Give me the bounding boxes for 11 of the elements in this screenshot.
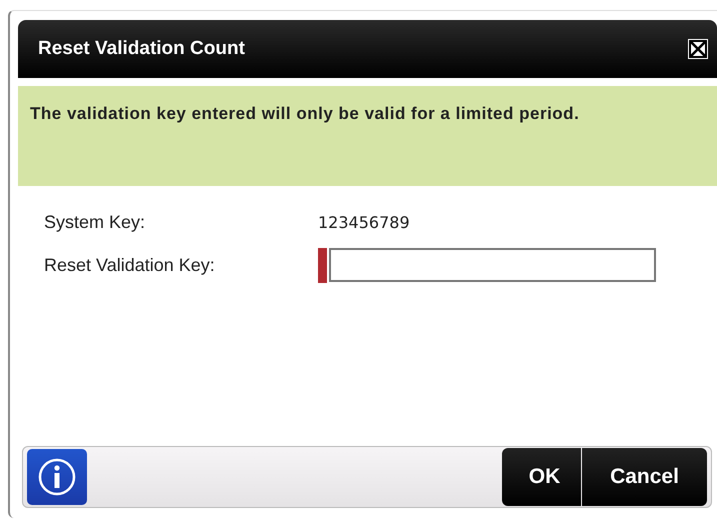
info-button[interactable] [27, 449, 87, 505]
field-label: Reset Validation Key: [44, 254, 216, 276]
field-value: 123456789 [318, 212, 410, 232]
cancel-button[interactable]: Cancel [582, 448, 707, 506]
input-field[interactable] [329, 248, 656, 282]
dialog-title: Reset Validation Count [38, 38, 245, 60]
info-icon [37, 457, 77, 497]
field-label: System Key: [44, 212, 146, 232]
ok-button[interactable]: OK [502, 448, 581, 506]
banner-message: The validation key entered will only be valid for a limited period. [30, 103, 580, 125]
close-icon[interactable] [687, 38, 709, 60]
